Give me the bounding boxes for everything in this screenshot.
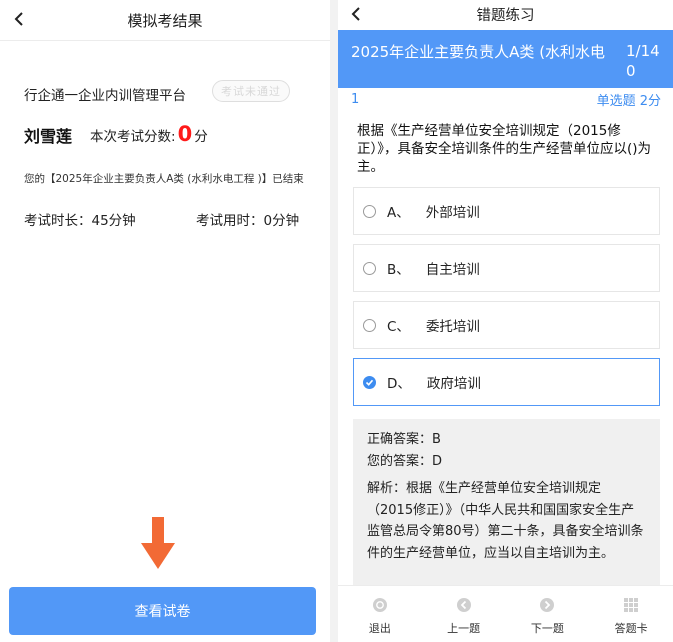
- score-value: 0: [177, 122, 193, 146]
- tab-answer-card[interactable]: 答题卡: [589, 586, 673, 642]
- radio-checked-icon: [363, 375, 376, 389]
- nav-bar: 错题练习: [338, 0, 673, 28]
- option-d[interactable]: D、 政府培训: [353, 358, 660, 406]
- bottom-tab-bar: 退出 上一题 下一题 答题卡: [338, 585, 673, 642]
- tab-exit[interactable]: 退出: [338, 586, 422, 642]
- option-label: B、: [387, 262, 410, 278]
- question-text: 根据《生产经营单位安全培训规定（2015修正）》，具备安全培训条件的生产经营单位…: [357, 123, 652, 175]
- your-answer: 您的答案：D: [367, 453, 443, 469]
- question-number: 1: [351, 91, 360, 107]
- radio-icon: [363, 204, 376, 218]
- option-label: D、: [387, 376, 411, 392]
- screen-divider: [330, 0, 338, 642]
- chevron-left-icon: [14, 12, 23, 26]
- exam-time-used: 考试用时：0分钟: [196, 213, 300, 229]
- down-arrow-icon: [141, 517, 175, 569]
- back-button[interactable]: [6, 6, 32, 32]
- radio-icon: [363, 261, 376, 275]
- tab-label: 退出: [368, 622, 391, 635]
- nav-divider: [0, 40, 330, 41]
- option-label: A、: [387, 205, 410, 221]
- score-label: 本次考试分数:: [90, 129, 176, 145]
- next-icon: [538, 596, 556, 614]
- fail-stamp: 考试未通过: [200, 78, 302, 104]
- score-row: 本次考试分数: 0 分: [90, 122, 208, 146]
- option-label: C、: [387, 319, 410, 335]
- option-text: 自主培训: [425, 262, 480, 278]
- user-name: 刘雪莲: [24, 127, 73, 146]
- question-meta: 1 单选题 2分: [351, 89, 661, 109]
- back-button[interactable]: [344, 2, 368, 26]
- chevron-left-icon: [351, 7, 360, 21]
- page-title: 错题练习: [476, 7, 535, 24]
- tab-next[interactable]: 下一题: [506, 586, 590, 642]
- exam-duration: 考试时长：45分钟: [24, 213, 136, 229]
- question-progress: 1/140: [626, 42, 660, 80]
- option-c[interactable]: C、 委托培训: [353, 301, 660, 349]
- result-screen: 模拟考结果 行企通一企业内训管理平台 考试未通过 刘雪莲 本次考试分数: 0 分…: [0, 0, 330, 642]
- option-text: 委托培训: [425, 319, 480, 335]
- tab-prev[interactable]: 上一题: [422, 586, 506, 642]
- exam-title: 2025年企业主要负责人A类 (水利水电: [351, 43, 606, 61]
- option-b[interactable]: B、 自主培训: [353, 244, 660, 292]
- exam-banner: 2025年企业主要负责人A类 (水利水电 1/140: [338, 30, 673, 88]
- exam-ended-text: 您的【2025年企业主要负责人A类 (水利水电工程 )】已结束: [24, 173, 304, 185]
- wrong-question-screen: 错题练习 2025年企业主要负责人A类 (水利水电 1/140 1 单选题 2分…: [338, 0, 673, 642]
- grid-icon: [622, 596, 640, 614]
- correct-answer: 正确答案：B: [367, 432, 441, 447]
- analysis-text: 解析：根据《生产经营单位安全培训规定（2015修正）》（中华人民共和国国家安全生…: [367, 481, 644, 561]
- option-text: 政府培训: [426, 376, 481, 392]
- prev-icon: [455, 596, 473, 614]
- fail-stamp-text: 考试未通过: [212, 80, 290, 102]
- platform-name: 行企通一企业内训管理平台: [24, 88, 186, 104]
- radio-icon: [363, 318, 376, 332]
- tab-label: 上一题: [447, 622, 481, 635]
- question-type: 单选题 2分: [596, 93, 661, 109]
- score-unit: 分: [194, 129, 208, 145]
- exit-icon: [371, 596, 389, 614]
- nav-bar: 模拟考结果: [0, 0, 330, 40]
- option-a[interactable]: A、 外部培训: [353, 187, 660, 235]
- tab-label: 答题卡: [614, 622, 648, 635]
- page-title: 模拟考结果: [127, 11, 203, 30]
- tab-label: 下一题: [530, 622, 564, 635]
- option-text: 外部培训: [425, 205, 480, 221]
- answer-analysis-panel: 正确答案：B 您的答案：D 解析：根据《生产经营单位安全培训规定（2015修正）…: [353, 419, 660, 585]
- view-paper-button[interactable]: 查看试卷: [9, 587, 316, 635]
